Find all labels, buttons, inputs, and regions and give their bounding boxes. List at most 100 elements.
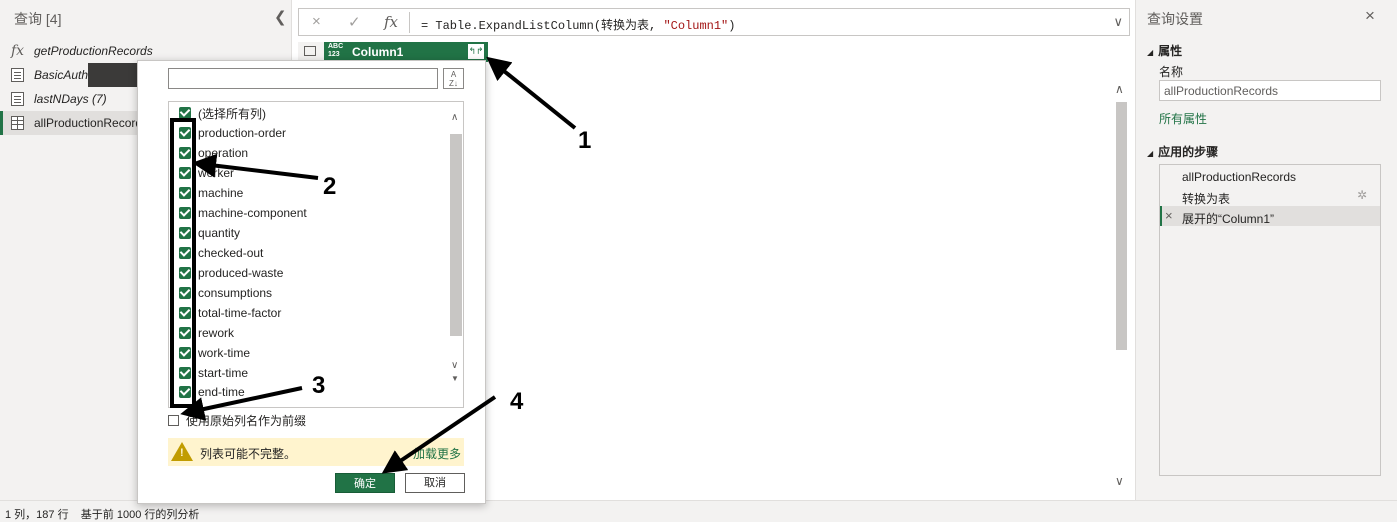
column-checkbox[interactable]: operation [179,143,248,163]
column-checkbox[interactable]: consumptions [179,283,272,303]
checkbox-checked[interactable] [179,327,191,339]
commit-formula-icon[interactable]: ✓ [348,13,361,31]
column-checkbox[interactable]: end-time [179,382,245,402]
steps-header-label: 应用的步骤 [1158,145,1219,159]
column-checkbox[interactable]: total-time-factor [179,303,281,323]
column-checkbox[interactable]: quantity [179,223,240,243]
table-icon [11,116,24,130]
select-all-checkbox[interactable]: (选择所有列) [179,103,266,123]
checkbox-checked[interactable] [179,367,191,379]
fx-icon[interactable]: fx [384,13,398,31]
step-item-selected[interactable]: × 展开的“Column1” [1160,206,1380,226]
prefix-checkbox[interactable] [168,414,179,426]
checkbox-label: machine-component [198,206,307,220]
query-settings-pane: 查询设置 × ◢ 属性 名称 所有属性 ◢ 应用的步骤 allProductionR… [1135,0,1397,500]
column-checkbox[interactable]: start-time [179,363,248,383]
chevron-down-icon[interactable]: ∨ [1115,474,1124,488]
checkbox-label: rework [198,326,235,340]
formula-input[interactable]: = Table.ExpandListColumn(转换为表, "Column1"… [421,16,735,33]
queries-pane-title: 查询 [4] [14,11,62,27]
delete-step-icon[interactable]: × [1165,208,1173,223]
cancel-formula-icon[interactable]: × [312,13,321,30]
chevron-up-icon[interactable]: ∧ [451,112,458,123]
column-list-scrollbar[interactable]: ∧ ∨ ▼ [448,102,464,407]
applied-steps-section-header[interactable]: ◢ 应用的步骤 [1147,143,1218,160]
column-checkbox[interactable]: rework [179,323,234,343]
chevron-down-icon[interactable]: ∨ [451,360,458,371]
checkbox-checked[interactable] [179,167,191,179]
checkbox-checked[interactable] [179,267,191,279]
cancel-button[interactable]: 取消 [405,473,465,493]
formula-divider [409,12,410,33]
checkbox-checked[interactable] [179,207,191,219]
step-item[interactable]: 转换为表 ✲ [1160,186,1380,206]
warning-mark: ! [180,447,184,459]
checkbox-checked[interactable] [179,287,191,299]
checkbox-checked[interactable] [179,347,191,359]
triangle-down-icon: ◢ [1147,149,1154,158]
query-item-label: getProductionRecords [34,44,153,58]
query-item-label: BasicAuth [34,68,89,82]
chevron-left-icon[interactable]: ❮ [274,8,287,26]
scrollbar-thumb[interactable] [450,134,462,336]
column-list: (选择所有列) production-order operation worke… [168,101,464,408]
prefix-label: 使用原始列名作为前缀 [186,413,307,428]
checkbox-label: end-time [198,385,245,399]
step-label: allProductionRecords [1182,170,1297,184]
grid-scrollbar[interactable]: ∧ ∨ [1113,78,1130,498]
column-search-input[interactable] [168,68,438,89]
name-label: 名称 [1159,65,1184,79]
prefix-option[interactable]: 使用原始列名作为前缀 [168,412,306,428]
column-checkbox[interactable]: checked-out [179,243,263,263]
redacted-block [88,63,138,87]
scrollbar-thumb[interactable] [1116,102,1127,350]
checkbox-checked[interactable] [179,247,191,259]
checkbox-checked[interactable] [179,227,191,239]
column-checkbox[interactable]: machine-component [179,203,307,223]
formula-bar: × ✓ fx = Table.ExpandListColumn(转换为表, "C… [298,8,1130,36]
formula-text-end: ) [728,19,736,33]
properties-section-header[interactable]: ◢ 属性 [1147,42,1182,59]
chevron-up-icon[interactable]: ∧ [1115,82,1124,96]
close-icon[interactable]: × [1365,6,1375,26]
all-properties-link[interactable]: 所有属性 [1159,110,1207,127]
applied-steps-list: allProductionRecords 转换为表 ✲ × 展开的“Column… [1159,164,1381,476]
query-item-label: allProductionRecords [34,116,149,130]
checkbox-label: machine [198,186,244,200]
gear-icon[interactable]: ✲ [1357,188,1367,202]
column-checkbox[interactable]: machine [179,183,243,203]
checkbox-checked[interactable] [179,147,191,159]
column-checkbox[interactable]: worker [179,163,234,183]
grid-header: ABC 123 Column1 ↰↱ [298,42,488,62]
sort-az-icon[interactable]: A Z↓ [443,68,464,89]
expand-column-popup: A Z↓ (选择所有列) production-order operation w… [137,60,486,504]
checkbox-label: consumptions [198,286,273,300]
chevron-down-icon[interactable]: ∨ [1113,14,1123,30]
checkbox-label: production-order [198,126,287,140]
checkbox-checked[interactable] [179,187,191,199]
checkbox-checked[interactable] [179,307,191,319]
checkbox-checked[interactable] [179,386,191,398]
ok-button[interactable]: 确定 [335,473,395,493]
load-more-link[interactable]: 加载更多 [413,445,461,462]
column-checkbox[interactable]: produced-waste [179,263,283,283]
checkbox-label: checked-out [198,246,264,260]
document-icon [11,68,24,82]
scroll-down-arrow-icon[interactable]: ▼ [451,374,459,383]
checkbox-checked[interactable] [179,127,191,139]
checkbox-label: total-time-factor [198,306,282,320]
column-type-icon[interactable]: ABC 123 [328,43,343,59]
column-checkbox[interactable]: production-order [179,123,286,143]
checkbox-label: produced-waste [198,266,284,280]
column-checkbox[interactable]: work-time [179,343,250,363]
formula-string: "Column1" [663,19,729,33]
table-menu-icon[interactable] [304,46,316,56]
expand-column-icon[interactable]: ↰↱ [468,44,484,59]
query-name-input[interactable] [1159,80,1381,101]
checkbox-checked[interactable] [179,107,191,119]
step-label: 展开的“Column1” [1182,212,1275,226]
step-item[interactable]: allProductionRecords [1160,166,1380,186]
triangle-down-icon: ◢ [1147,48,1154,57]
status-text: 1 列，187 行 基于前 1000 行的列分析 [5,509,200,521]
column-header-column1[interactable]: ABC 123 Column1 ↰↱ [324,42,488,62]
